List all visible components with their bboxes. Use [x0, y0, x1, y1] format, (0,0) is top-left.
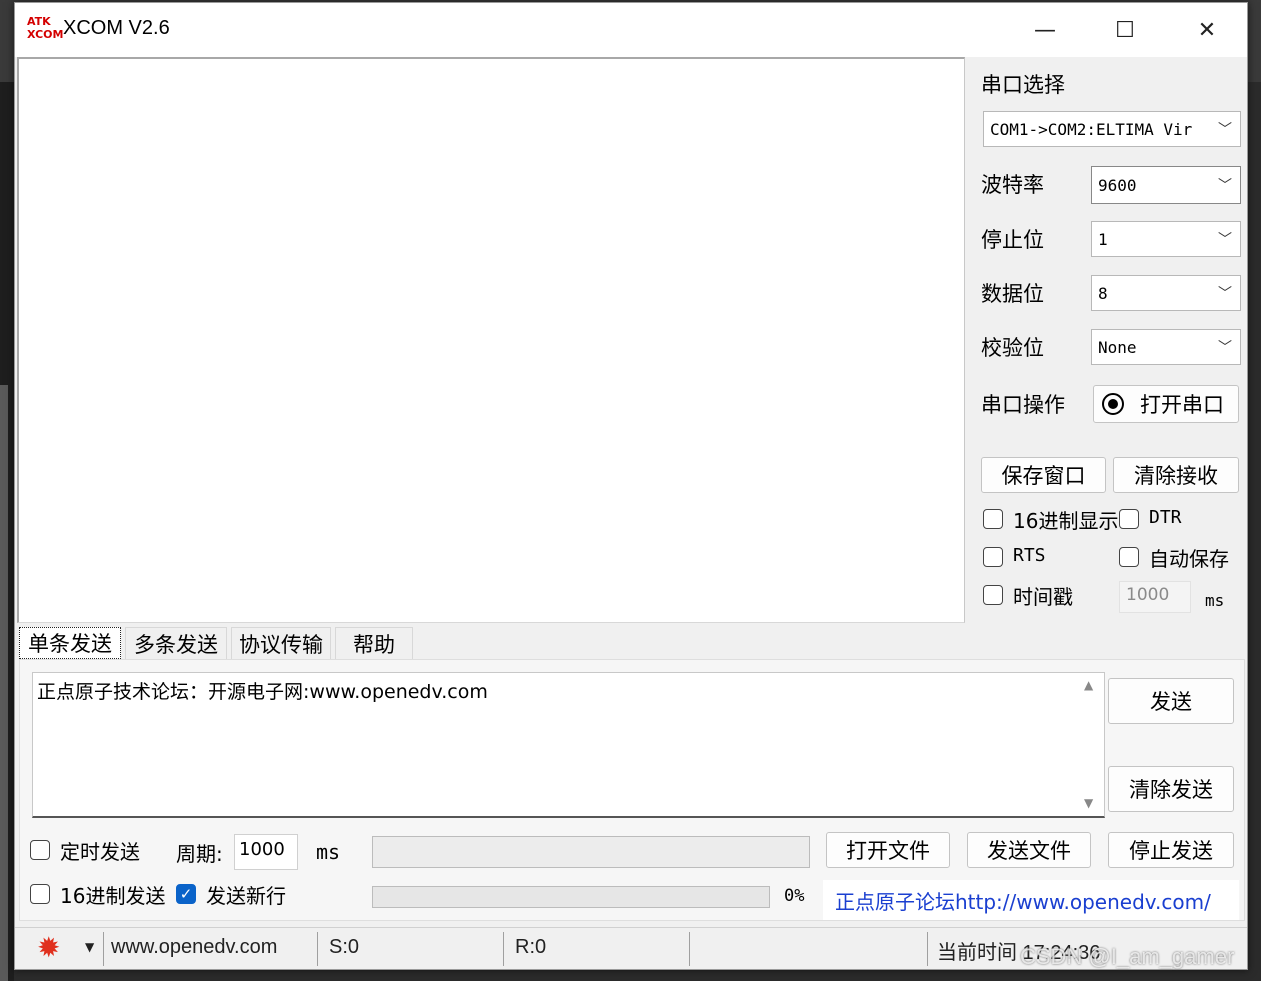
file-path-field[interactable]	[372, 836, 810, 868]
timestamp-interval-input[interactable]: 1000	[1119, 581, 1191, 613]
status-separator	[317, 932, 318, 966]
baud-rate-value: 9600	[1098, 175, 1137, 195]
desktop-background-left-edge	[0, 385, 8, 981]
checkmark-icon: ✓	[179, 885, 193, 903]
send-button[interactable]: 发送	[1108, 678, 1234, 724]
receive-text-area[interactable]	[17, 57, 965, 623]
hex-display-checkbox[interactable]	[983, 509, 1003, 529]
stop-bits-label: 停止位	[981, 228, 1044, 252]
logo-text-bottom: XCOM	[27, 28, 64, 41]
port-operation-label: 串口操作	[981, 393, 1065, 417]
send-text-area[interactable]: 正点原子技术论坛：开源电子网:www.openedv.com	[32, 672, 1105, 818]
logo-text-top: ATK	[27, 15, 51, 28]
gear-icon[interactable]: ✹	[37, 934, 60, 962]
port-select-combo[interactable]: COM1->COM2:ELTIMA Vir ﹀	[983, 111, 1241, 147]
send-panel: 正点原子技术论坛：开源电子网:www.openedv.com ▲ ▼ 发送 清除…	[19, 659, 1245, 921]
radio-on-icon	[1102, 393, 1124, 415]
timed-send-label: 定时发送	[60, 840, 140, 864]
minimize-button[interactable]: —	[1005, 3, 1085, 57]
timestamp-checkbox[interactable]	[983, 585, 1003, 605]
baud-label: 波特率	[981, 173, 1044, 197]
status-sent-count: S:0	[329, 936, 360, 958]
status-separator	[927, 932, 928, 966]
send-progress-percent: 0%	[784, 886, 805, 906]
save-window-button[interactable]: 保存窗口	[981, 457, 1106, 493]
xcom-window: ATK XCOM XCOM V2.6 — ☐ ✕ 串口选择 COM1->COM2…	[14, 2, 1248, 970]
status-separator	[689, 932, 690, 966]
send-file-button[interactable]: 发送文件	[967, 832, 1091, 868]
send-tabs: 单条发送 多条发送 协议传输 帮助	[17, 627, 1247, 661]
timestamp-ms-label: ms	[1205, 591, 1225, 610]
stop-bits-value: 1	[1098, 229, 1108, 249]
newline-checkbox[interactable]: ✓	[176, 884, 196, 904]
send-progress-bar	[372, 886, 770, 908]
rts-checkbox[interactable]	[983, 547, 1003, 567]
auto-save-label: 自动保存	[1149, 547, 1229, 571]
period-ms-label: ms	[316, 840, 341, 864]
chevron-down-icon: ﹀	[1218, 178, 1232, 194]
timestamp-label: 时间戳	[1013, 585, 1073, 609]
status-received-count: R:0	[515, 936, 547, 958]
maximize-button[interactable]: ☐	[1085, 3, 1165, 57]
baud-rate-combo[interactable]: 9600 ﹀	[1091, 166, 1241, 204]
open-port-button[interactable]: 打开串口	[1093, 385, 1239, 423]
auto-save-checkbox[interactable]	[1119, 547, 1139, 567]
dtr-checkbox[interactable]	[1119, 509, 1139, 529]
newline-label: 发送新行	[206, 884, 286, 908]
open-file-button[interactable]: 打开文件	[826, 832, 950, 868]
send-scrollbar[interactable]: ▲ ▼	[1078, 672, 1104, 818]
close-button[interactable]: ✕	[1167, 3, 1247, 57]
dropdown-arrow-icon[interactable]: ▼	[85, 940, 94, 954]
status-separator	[103, 932, 104, 966]
period-label: 周期:	[176, 842, 223, 866]
dtr-label: DTR	[1149, 507, 1182, 528]
rts-label: RTS	[1013, 545, 1046, 566]
watermark-text: CSDN @I_am_gamer	[1020, 944, 1235, 969]
timed-send-checkbox[interactable]	[30, 840, 50, 860]
stop-send-button[interactable]: 停止发送	[1108, 832, 1234, 868]
hex-send-checkbox[interactable]	[30, 884, 50, 904]
stop-bits-combo[interactable]: 1 ﹀	[1091, 221, 1241, 257]
tab-single-send[interactable]: 单条发送	[19, 627, 121, 659]
forum-link[interactable]: 正点原子论坛http://www.openedv.com/	[823, 880, 1239, 920]
scroll-down-icon[interactable]: ▼	[1084, 796, 1093, 810]
port-select-label: 串口选择	[981, 73, 1065, 97]
chevron-down-icon: ﹀	[1218, 340, 1232, 356]
tab-multi-send[interactable]: 多条发送	[125, 627, 227, 659]
data-bits-combo[interactable]: 8 ﹀	[1091, 275, 1241, 311]
period-input[interactable]: 1000	[234, 834, 298, 870]
chevron-down-icon: ﹀	[1218, 232, 1232, 248]
tab-help[interactable]: 帮助	[335, 627, 413, 659]
status-url[interactable]: www.openedv.com	[111, 936, 277, 959]
parity-value: None	[1098, 337, 1137, 357]
clear-send-button[interactable]: 清除发送	[1108, 766, 1234, 812]
window-title: XCOM V2.6	[63, 17, 170, 39]
port-select-value: COM1->COM2:ELTIMA Vir	[990, 119, 1193, 139]
hex-display-label: 16进制显示	[1013, 509, 1119, 533]
parity-label: 校验位	[981, 336, 1044, 360]
chevron-down-icon: ﹀	[1218, 286, 1232, 302]
app-logo: ATK XCOM	[27, 15, 64, 45]
chevron-down-icon: ﹀	[1218, 122, 1232, 138]
hex-send-label: 16进制发送	[60, 884, 166, 908]
open-port-label: 打开串口	[1140, 393, 1224, 417]
tab-protocol[interactable]: 协议传输	[231, 627, 331, 659]
data-bits-label: 数据位	[981, 282, 1044, 306]
clear-receive-button[interactable]: 清除接收	[1113, 457, 1239, 493]
title-bar: ATK XCOM XCOM V2.6 — ☐ ✕	[15, 3, 1247, 57]
data-bits-value: 8	[1098, 283, 1108, 303]
status-separator	[503, 932, 504, 966]
scroll-up-icon[interactable]: ▲	[1084, 678, 1093, 692]
parity-combo[interactable]: None ﹀	[1091, 329, 1241, 365]
